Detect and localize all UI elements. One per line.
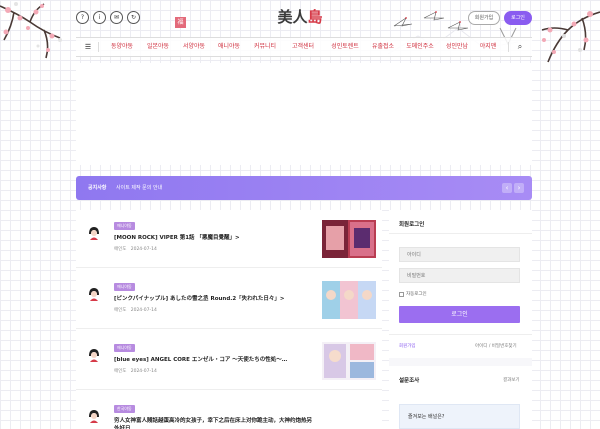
avatar	[85, 224, 103, 242]
auto-login-label: 자동로그인	[406, 292, 427, 297]
red-seal-stamp: 福	[175, 17, 186, 28]
search-icon[interactable]: ⌕	[512, 38, 528, 56]
message-button[interactable]: ✉	[110, 11, 123, 24]
help-button[interactable]: ?	[76, 11, 89, 24]
signup-button[interactable]: 회원가입	[468, 11, 500, 25]
category-badge[interactable]: 애니야동	[114, 344, 135, 352]
post-title[interactable]: [MOON ROCK] VIPER 第1話 「悪魔目覺醒」>	[114, 234, 314, 242]
poll-question: 즐겨보는 배널은?	[408, 414, 445, 420]
site-logo[interactable]: 美人島	[270, 6, 330, 27]
post-title[interactable]: 穷人女神富人賤話越蛋高冷的女孩子，幸下之后在床上对你跪主动，大神约炮热另外好日	[114, 417, 314, 429]
post-list: 애니야동 [MOON ROCK] VIPER 第1話 「悪魔目覺醒」> 애인도 …	[76, 210, 382, 429]
cherry-blossom-branch-left	[0, 2, 62, 59]
nav-item-anime[interactable]: 애니야동	[212, 38, 246, 56]
category-badge[interactable]: 애니야동	[114, 222, 135, 230]
poll-title: 설문조사	[399, 378, 420, 384]
post-meta: 애인도 2024-07-14	[114, 369, 157, 374]
info-button[interactable]: i	[93, 11, 106, 24]
poll-results-link[interactable]: 결과보기	[503, 377, 520, 383]
nav-item-torrent[interactable]: 성인토렌트	[322, 38, 368, 56]
post-thumbnail[interactable]	[322, 220, 376, 258]
sidebar-login-button[interactable]: 로그인	[399, 306, 520, 323]
nav-item-asian[interactable]: 동양야동	[104, 38, 140, 56]
post-thumbnail[interactable]	[322, 342, 376, 380]
sidebar: 회원로그인 자동로그인 로그인 회원가입 아이디 / 비밀번호찾기 설문조사 결…	[389, 210, 532, 429]
nav-item-leak[interactable]: 유출접소	[368, 38, 398, 56]
signup-link[interactable]: 회원가입	[399, 343, 416, 349]
cherry-blossom-branch-right	[541, 11, 600, 63]
avatar	[85, 285, 103, 303]
login-box-title: 회원로그인	[399, 222, 425, 228]
list-item[interactable]: 한국야동 穷人女神富人賤話越蛋高冷的女孩子，幸下之后在床上对你跪主动，大神约炮热…	[76, 393, 382, 429]
notice-label: 공지사항	[88, 185, 107, 191]
notice-prev-button[interactable]: ‹	[502, 183, 512, 193]
login-button[interactable]: 로그인	[504, 11, 532, 25]
post-meta: 애인도 2024-07-14	[114, 308, 157, 313]
avatar	[85, 407, 103, 425]
find-account-link[interactable]: 아이디 / 비밀번호찾기	[475, 343, 517, 349]
post-title[interactable]: [blue eyes] ANGEL CORE エンゼル・コア 〜天使たちの性処〜…	[114, 356, 314, 364]
post-thumbnail[interactable]	[322, 281, 376, 319]
list-item[interactable]: 애니야동 [blue eyes] ANGEL CORE エンゼル・コア 〜天使た…	[76, 332, 382, 390]
category-badge[interactable]: 애니야동	[114, 283, 135, 291]
post-meta: 애인도 2024-07-14	[114, 247, 157, 252]
post-title[interactable]: [ピンクパイナップル] あしたの雪之丞 Round.2「失われた日々」>	[114, 295, 314, 303]
notice-next-button[interactable]: ›	[514, 183, 524, 193]
password-field[interactable]	[399, 268, 520, 283]
info-icon: i	[98, 14, 101, 21]
notice-bar: 공지사항 사이트 제작 문의 안내 ‹ ›	[76, 176, 532, 200]
notice-text[interactable]: 사이트 제작 문의 안내	[116, 184, 162, 191]
main-nav: ☰ 동양야동 일본야동 서양야동 애니야동 커뮤니티 고객센터 성인토렌트 유출…	[76, 37, 532, 57]
avatar	[85, 346, 103, 364]
poll-question-box: 즐겨보는 배널은?	[399, 404, 520, 429]
refresh-icon: ↻	[130, 14, 137, 21]
auto-login-checkbox[interactable]	[399, 292, 404, 297]
refresh-button[interactable]: ↻	[127, 11, 140, 24]
nav-item-western[interactable]: 서양야동	[176, 38, 212, 56]
banner-area	[76, 63, 532, 165]
nav-item-extra[interactable]: 야지맨	[472, 38, 504, 56]
list-item[interactable]: 애니야동 [ピンクパイナップル] あしたの雪之丞 Round.2「失われた日々」…	[76, 271, 382, 329]
nav-item-japanese[interactable]: 일본야동	[140, 38, 176, 56]
list-item[interactable]: 애니야동 [MOON ROCK] VIPER 第1話 「悪魔目覺醒」> 애인도 …	[76, 210, 382, 268]
nav-item-meeting[interactable]: 성인만남	[442, 38, 472, 56]
question-icon: ?	[80, 14, 85, 21]
nav-item-support[interactable]: 고객센터	[284, 38, 322, 56]
category-badge[interactable]: 한국야동	[114, 405, 135, 413]
bookmark-icon: ✉	[113, 14, 120, 21]
nav-item-community[interactable]: 커뮤니티	[246, 38, 284, 56]
username-field[interactable]	[399, 247, 520, 262]
nav-item-domain[interactable]: 도메인주소	[398, 38, 442, 56]
menu-icon[interactable]: ☰	[80, 38, 96, 56]
